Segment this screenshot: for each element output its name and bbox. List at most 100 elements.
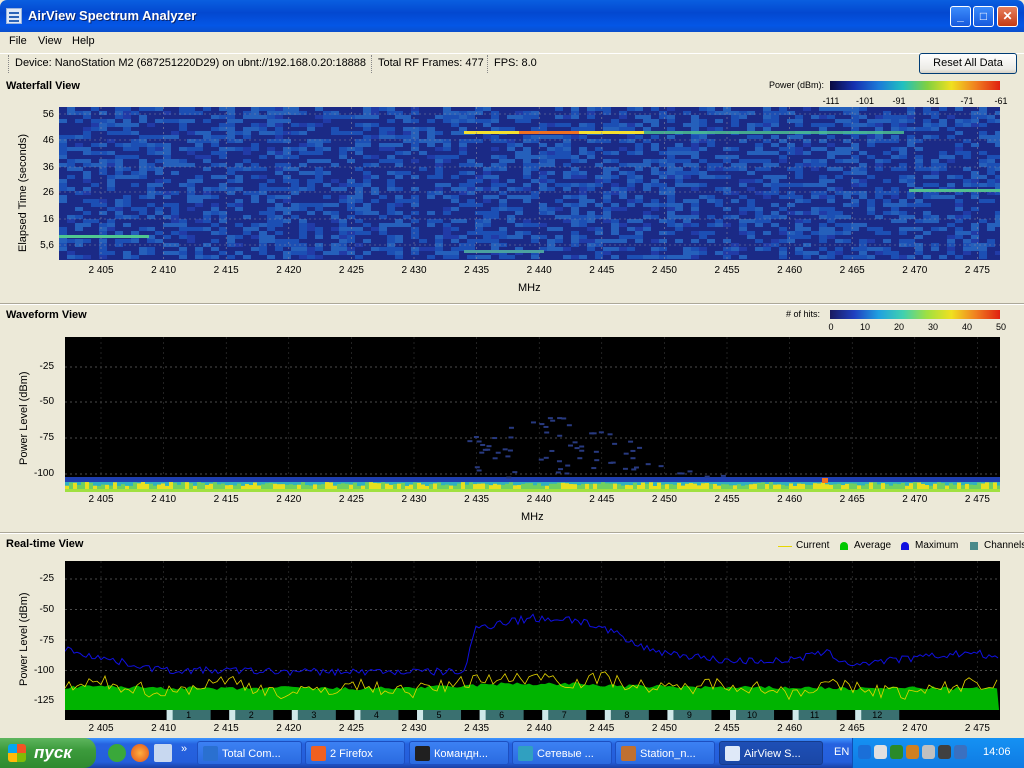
tray-icon[interactable] [938, 745, 951, 759]
reset-all-data-button[interactable]: Reset All Data [919, 53, 1017, 74]
close-button[interactable]: ✕ [997, 6, 1018, 27]
heatmap-cell [165, 485, 169, 489]
heatmap-cell [611, 123, 619, 127]
task-command-prompt[interactable]: Командн... [409, 741, 509, 765]
tray-icon[interactable] [906, 745, 919, 759]
heatmap-cell [371, 227, 379, 231]
heatmap-cell [835, 223, 843, 227]
task-total-commander[interactable]: Total Com... [197, 741, 302, 765]
task-firefox[interactable]: 2 Firefox [305, 741, 405, 765]
heatmap-cell [899, 115, 907, 119]
language-indicator[interactable]: EN [834, 746, 849, 758]
x-tick-label: 2 455 [714, 265, 740, 276]
heatmap-cell [651, 159, 659, 163]
heatmap-cell [675, 167, 683, 171]
heatmap-cell [291, 239, 299, 243]
heatmap-cell [593, 450, 599, 453]
firefox-icon[interactable] [131, 744, 149, 762]
task-airview[interactable]: AirView S... [719, 741, 823, 765]
heatmap-cell [163, 135, 171, 139]
heatmap-cell [571, 207, 579, 211]
heatmap-cell [491, 187, 499, 191]
waveform-plot[interactable] [65, 337, 1000, 492]
heatmap-cell [491, 207, 499, 211]
task-station[interactable]: Station_n... [615, 741, 715, 765]
heatmap-cell [843, 255, 851, 259]
heatmap-cell [963, 211, 971, 215]
heatmap-cell [859, 255, 867, 259]
menu-help[interactable]: Help [72, 35, 95, 47]
heatmap-cell [530, 421, 536, 424]
heatmap-cell [155, 135, 163, 139]
heatmap-cell [107, 179, 115, 183]
quick-launch-chevron-icon[interactable]: » [181, 743, 187, 755]
menu-view[interactable]: View [38, 35, 62, 47]
messenger-icon[interactable] [108, 744, 126, 762]
x-tick-label: 2 440 [526, 494, 552, 505]
clock: 14:06 [983, 746, 1011, 758]
heatmap-cell [659, 151, 667, 155]
heatmap-cell [571, 239, 579, 243]
heatmap-cell [817, 483, 821, 489]
heatmap-cell [347, 179, 355, 183]
heatmap-cell [795, 211, 803, 215]
task-network[interactable]: Сетевые ... [512, 741, 612, 765]
heatmap-cell [283, 199, 291, 203]
heatmap-cell [675, 255, 683, 259]
heatmap-cell [347, 247, 355, 251]
realtime-plot[interactable]: 1 2 3 4 5 6 7 8 9 10 11 12 [65, 561, 1000, 720]
heatmap-cell [187, 151, 195, 155]
tray-icon[interactable] [874, 745, 887, 759]
heatmap-cell [177, 484, 181, 489]
tray-icon[interactable] [954, 745, 967, 759]
app-icon [6, 8, 22, 24]
heatmap-cell [475, 179, 483, 183]
heatmap-cell [699, 175, 707, 179]
heatmap-cell [819, 227, 827, 231]
heatmap-cell [315, 123, 323, 127]
quick-launch-icon[interactable] [154, 744, 172, 762]
heatmap-cell [747, 111, 755, 115]
maximize-button[interactable]: □ [973, 6, 994, 27]
tray-icon[interactable] [858, 745, 871, 759]
heatmap-cell [611, 187, 619, 191]
heatmap-cell [387, 179, 395, 183]
heatmap-cell [675, 151, 683, 155]
menu-file[interactable]: File [9, 35, 27, 47]
heatmap-cell [613, 483, 617, 489]
heatmap-cell [435, 115, 443, 119]
heatmap-cell [291, 207, 299, 211]
waterfall-plot[interactable] [59, 107, 1000, 260]
windows-logo-icon [8, 744, 26, 762]
heatmap-cell [763, 231, 771, 235]
y-tick-label: -75 [39, 432, 54, 443]
heatmap-cell [411, 211, 419, 215]
heatmap-cell [739, 195, 747, 199]
heatmap-cell [899, 147, 907, 151]
heatmap-cell [612, 442, 618, 445]
waterfall-title: Waterfall View [6, 80, 80, 92]
heatmap-cell [603, 239, 611, 243]
heatmap-cell [579, 171, 587, 175]
heatmap-cell [627, 183, 635, 187]
tray-icon[interactable] [890, 745, 903, 759]
minimize-button[interactable]: _ [950, 6, 971, 27]
heatmap-cell [227, 139, 235, 143]
heatmap-cell [451, 111, 459, 115]
heatmap-cell [563, 135, 571, 139]
tray-icon[interactable] [922, 745, 935, 759]
heatmap-cell [657, 482, 661, 489]
heatmap-cell [651, 107, 659, 111]
heatmap-cell [377, 483, 381, 489]
heatmap-cell [115, 159, 123, 163]
heatmap-cell [907, 255, 915, 259]
device-info: Device: NanoStation M2 (687251220D29) on… [15, 57, 367, 69]
heatmap-cell [971, 111, 979, 115]
heatmap-cell [315, 107, 323, 111]
heatmap-cell [779, 231, 787, 235]
heatmap-cell [451, 119, 459, 123]
heatmap-cell [331, 187, 339, 191]
heatmap-cell [211, 163, 219, 167]
heatmap-cell [899, 127, 907, 131]
heatmap-cell [587, 227, 595, 231]
